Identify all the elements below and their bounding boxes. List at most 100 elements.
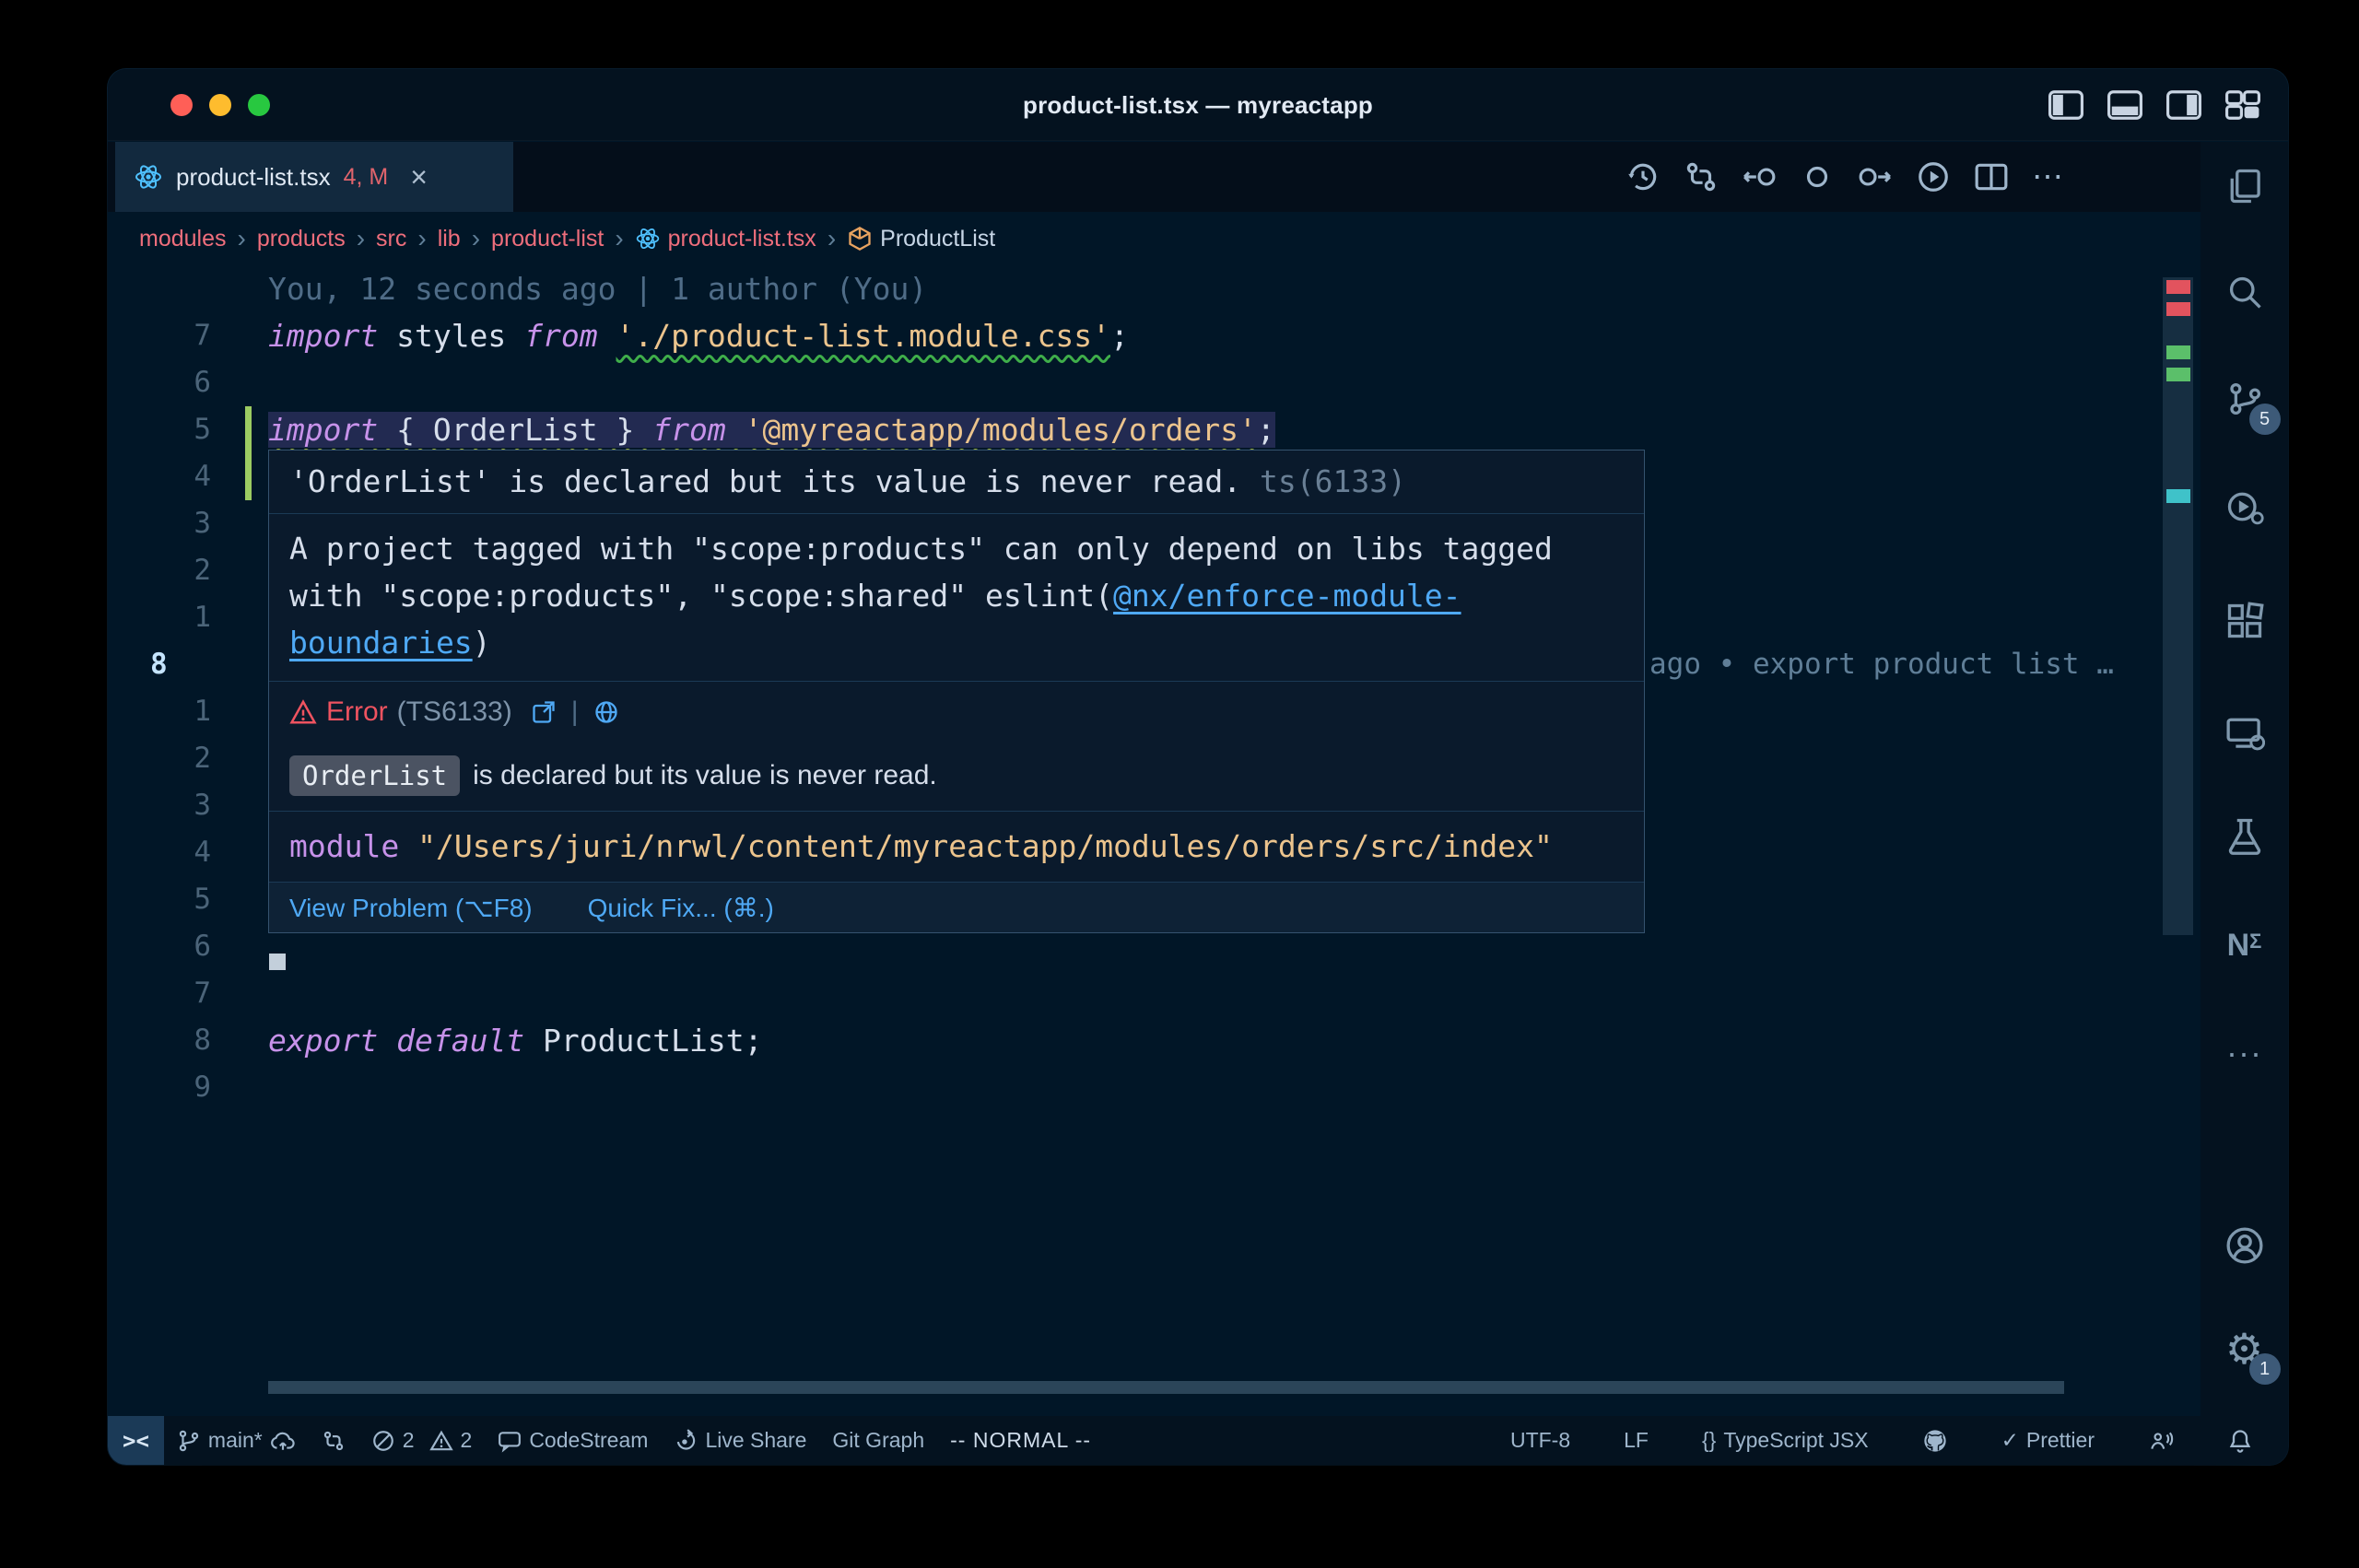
code-line[interactable]: import { OrderList } from '@myreactapp/m…: [268, 406, 2201, 453]
code-line[interactable]: [268, 970, 2201, 1017]
tab-close-icon[interactable]: ×: [410, 162, 428, 192]
line-number: 3: [194, 782, 211, 829]
chip-message: is declared but its value is never read.: [473, 760, 937, 791]
editor-group: product-list.tsx 4, M × ⋯ modules: [108, 142, 2201, 1416]
gutter-cell: 3: [108, 782, 268, 829]
additional-views-icon[interactable]: ···: [2212, 1021, 2277, 1085]
code-token: default: [396, 1023, 524, 1059]
code-token: ProductList: [524, 1023, 744, 1059]
breadcrumb-item-product-list[interactable]: product-list: [491, 226, 604, 252]
prettier-item[interactable]: ✓ Prettier: [1989, 1416, 2107, 1465]
active-line-number: 8: [150, 641, 168, 688]
code-token: You, 12 seconds ago | 1 author (You): [268, 271, 927, 307]
gutter-cell: 5: [108, 876, 268, 923]
git-branch-item[interactable]: main*: [164, 1416, 309, 1465]
code-line[interactable]: export default ProductList;: [268, 1017, 2201, 1064]
account-icon[interactable]: [2212, 1213, 2277, 1278]
line-number: 1: [194, 594, 211, 641]
window-title: product-list.tsx — myreactapp: [108, 69, 2288, 141]
tab-problems-badge: 4, M: [344, 164, 389, 191]
quick-fix-link[interactable]: Quick Fix... (⌘.): [588, 893, 774, 923]
more-actions-icon[interactable]: ⋯: [2032, 158, 2065, 195]
change-indicator-icon[interactable]: [1800, 159, 1835, 194]
encoding-item[interactable]: UTF-8: [1497, 1416, 1583, 1465]
layout-grid-icon[interactable]: [2225, 90, 2260, 120]
breadcrumb-item-file[interactable]: product-list.tsx: [635, 226, 816, 252]
git-branch-icon: [177, 1429, 201, 1453]
tab-product-list[interactable]: product-list.tsx 4, M ×: [115, 142, 513, 212]
live-share-item[interactable]: Live Share: [661, 1416, 819, 1465]
horizontal-scrollbar[interactable]: [268, 1381, 2064, 1394]
popup-resize-grip[interactable]: [269, 954, 286, 970]
line-number: 5: [194, 876, 211, 923]
breadcrumb-item-src[interactable]: src: [376, 226, 406, 252]
git-compare-icon[interactable]: [1684, 159, 1719, 194]
gutter-change-indicator: [245, 406, 252, 453]
globe-icon[interactable]: [593, 699, 619, 725]
warning-count-icon: [429, 1429, 453, 1453]
layout-sidebar-left-icon[interactable]: [2048, 90, 2083, 120]
view-problem-link[interactable]: View Problem (⌥F8): [289, 893, 533, 923]
code-line[interactable]: [268, 1064, 2201, 1111]
gutter-cell: 3: [108, 500, 268, 547]
explorer-icon[interactable]: [2212, 154, 2277, 218]
previous-change-icon[interactable]: [1742, 159, 1777, 194]
line-number: 4: [194, 829, 211, 876]
remote-explorer-icon[interactable]: [2212, 700, 2277, 765]
code-token: [634, 412, 652, 448]
notifications-item[interactable]: [2214, 1416, 2266, 1465]
gutter-cell: 1: [108, 688, 268, 735]
code-line[interactable]: [268, 359, 2201, 406]
code-token: styles: [378, 318, 524, 354]
code-token: [726, 412, 745, 448]
codestream-item[interactable]: CodeStream: [485, 1416, 661, 1465]
code-row: 9: [108, 1064, 2201, 1111]
git-compare-item[interactable]: [309, 1416, 358, 1465]
search-icon[interactable]: [2212, 260, 2277, 324]
breadcrumb-item-symbol[interactable]: ProductList: [847, 226, 995, 252]
gutter-cell: 5: [108, 406, 268, 453]
code-row: You, 12 seconds ago | 1 author (You): [108, 265, 2201, 312]
tab-bar: product-list.tsx 4, M × ⋯: [108, 142, 2201, 212]
run-file-icon[interactable]: [1916, 159, 1951, 194]
gutter-cell: 7: [108, 970, 268, 1017]
codestream-icon: [498, 1429, 522, 1453]
eol-item[interactable]: LF: [1611, 1416, 1661, 1465]
code-line[interactable]: You, 12 seconds ago | 1 author (You): [268, 265, 2201, 312]
diagnostic-message: 'OrderList' is declared but its value is…: [269, 451, 1644, 514]
breadcrumb-item-products[interactable]: products: [257, 226, 346, 252]
code-token: ;: [745, 1023, 763, 1059]
split-editor-icon[interactable]: [1974, 159, 2009, 194]
layout-panel-icon[interactable]: [2107, 90, 2142, 120]
next-change-icon[interactable]: [1858, 159, 1893, 194]
vim-mode-indicator[interactable]: -- NORMAL --: [937, 1416, 1104, 1465]
git-graph-item[interactable]: Git Graph: [819, 1416, 937, 1465]
language-mode-item[interactable]: {} TypeScript JSX: [1689, 1416, 1882, 1465]
line-number: 7: [194, 312, 211, 359]
feedback-item[interactable]: [2135, 1416, 2187, 1465]
external-link-icon[interactable]: [531, 699, 557, 725]
problems-item[interactable]: 2 2: [358, 1416, 486, 1465]
error-warning-icon: [289, 698, 317, 726]
source-control-icon[interactable]: 5: [2212, 367, 2277, 431]
remote-indicator[interactable]: ><: [108, 1416, 164, 1465]
gutter-change-indicator: [245, 453, 252, 500]
extensions-icon[interactable]: [2212, 589, 2277, 653]
hover-diagnostics-popup: 'OrderList' is declared but its value is…: [268, 450, 1645, 933]
gutter-cell: 6: [108, 923, 268, 970]
code-token: ;: [1257, 412, 1275, 448]
react-file-icon: [134, 162, 163, 192]
layout-sidebar-right-icon[interactable]: [2166, 90, 2201, 120]
run-debug-icon[interactable]: [2212, 474, 2277, 539]
overview-ruler-error-mark: [2166, 302, 2190, 316]
code-token: export: [268, 1023, 378, 1059]
settings-gear-icon[interactable]: ⚙ 1: [2212, 1316, 2277, 1381]
nx-console-icon[interactable]: NΣ: [2212, 913, 2277, 977]
github-item[interactable]: [1909, 1416, 1961, 1465]
breadcrumb-item-modules[interactable]: modules: [139, 226, 227, 252]
breadcrumb-item-lib[interactable]: lib: [438, 226, 461, 252]
timeline-icon[interactable]: [1625, 159, 1661, 194]
code-line[interactable]: import styles from './product-list.modul…: [268, 312, 2201, 359]
editor[interactable]: You, 12 seconds ago | 1 author (You) 7 imp…: [108, 265, 2201, 1416]
testing-beaker-icon[interactable]: [2212, 803, 2277, 868]
